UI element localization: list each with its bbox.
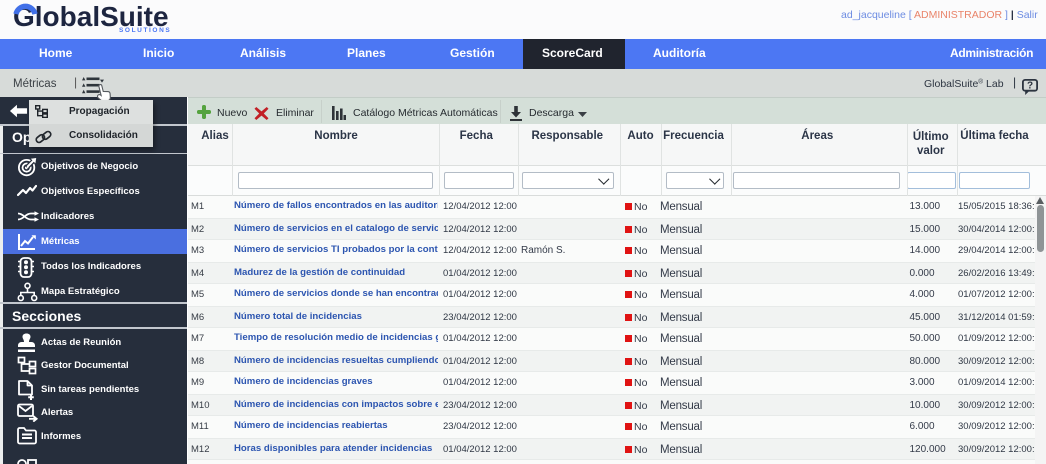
svg-text:?: ? (1027, 81, 1033, 92)
